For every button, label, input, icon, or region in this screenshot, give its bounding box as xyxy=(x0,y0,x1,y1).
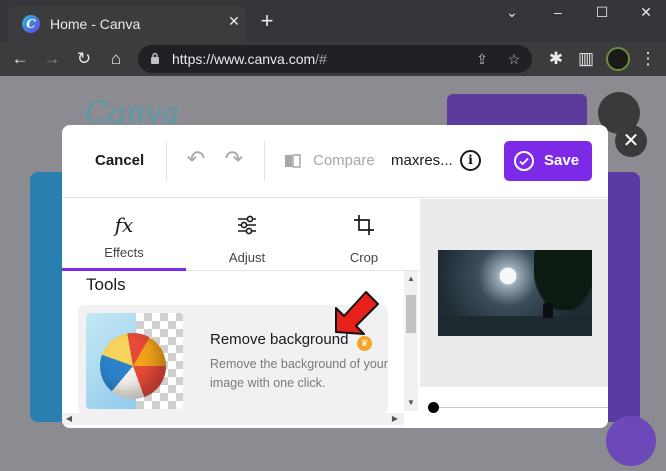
bookmark-star-icon[interactable]: ☆ xyxy=(504,49,524,69)
maximize-button[interactable]: ☐ xyxy=(592,4,612,22)
tools-heading: Tools xyxy=(86,275,126,294)
scroll-up-icon[interactable]: ▲ xyxy=(404,273,418,285)
dialog-header: Cancel ↶ ↷ Compare maxres... i Save xyxy=(62,125,608,198)
sliders-icon xyxy=(238,215,256,235)
annotation-arrow-icon xyxy=(335,291,379,335)
photo-editor-dialog: Cancel ↶ ↷ Compare maxres... i Save fx E… xyxy=(62,125,608,428)
tab-label: Crop xyxy=(349,250,379,265)
extensions-puzzle-icon[interactable]: ✱ xyxy=(544,47,568,71)
zoom-slider-track[interactable] xyxy=(434,407,608,408)
redo-icon[interactable]: ↷ xyxy=(222,147,246,171)
url-text: https://www.canva.com/# xyxy=(172,51,327,67)
horizontal-scrollbar[interactable]: ◀ ▶ xyxy=(62,413,404,425)
browser-menu-icon[interactable]: ⋮ xyxy=(636,47,660,71)
fx-icon: fx xyxy=(114,213,134,237)
image-preview-panel xyxy=(420,199,608,428)
browser-toolbar: ← → ↻ ⌂ https://www.canva.com/# ⇪ ☆ ✱ ▥ … xyxy=(0,42,666,76)
scroll-left-icon[interactable]: ◀ xyxy=(62,413,76,425)
scrollbar-thumb[interactable] xyxy=(406,295,416,333)
reload-icon[interactable]: ↻ xyxy=(72,47,96,71)
scroll-down-icon[interactable]: ▼ xyxy=(404,397,418,409)
lock-icon xyxy=(151,52,159,64)
tab-label: Effects xyxy=(104,245,144,260)
compare-button[interactable]: Compare xyxy=(313,152,375,169)
divider xyxy=(166,141,167,181)
scroll-right-icon[interactable]: ▶ xyxy=(388,413,402,425)
tab-effects[interactable]: fx Effects xyxy=(69,213,179,273)
crown-icon: ♛ xyxy=(357,336,372,351)
tab-bar: C Home - Canva ✕ + ⌄ – ☐ ✕ xyxy=(0,0,666,42)
beach-ball-thumbnail xyxy=(86,313,183,409)
tab-crop[interactable]: Crop xyxy=(309,213,419,273)
canva-favicon-icon: C xyxy=(22,15,40,33)
zoom-slider-knob[interactable] xyxy=(428,402,439,413)
image-filename: maxres... xyxy=(391,152,453,169)
close-dialog-icon[interactable]: ✕ xyxy=(615,125,647,157)
compare-icon[interactable] xyxy=(284,153,302,169)
tree-silhouette xyxy=(534,250,592,310)
tab-close-icon[interactable]: ✕ xyxy=(226,13,242,29)
help-fab xyxy=(606,416,656,466)
undo-icon[interactable]: ↶ xyxy=(184,147,208,171)
beach-ball-image xyxy=(100,333,166,399)
minimize-button[interactable]: – xyxy=(548,4,568,22)
home-icon[interactable]: ⌂ xyxy=(104,47,128,71)
info-icon[interactable]: i xyxy=(460,150,481,171)
image-preview xyxy=(438,250,592,336)
browser-tab[interactable]: C Home - Canva ✕ xyxy=(8,6,246,42)
address-bar[interactable]: https://www.canva.com/# ⇪ ☆ xyxy=(138,45,532,73)
zoom-slider-area xyxy=(420,387,608,428)
profile-avatar[interactable] xyxy=(606,47,630,71)
tab-label: Adjust xyxy=(228,250,266,265)
crop-icon xyxy=(354,215,374,235)
tab-search-icon[interactable]: ⌄ xyxy=(502,4,522,22)
share-icon[interactable]: ⇪ xyxy=(472,49,492,69)
cancel-button[interactable]: Cancel xyxy=(95,152,144,169)
save-button[interactable]: Save xyxy=(504,141,592,181)
ground xyxy=(438,316,592,336)
close-window-button[interactable]: ✕ xyxy=(636,4,656,22)
active-tab-indicator xyxy=(62,268,186,271)
forward-icon[interactable]: → xyxy=(40,47,64,71)
vertical-scrollbar[interactable]: ▲ ▼ xyxy=(404,271,418,411)
tab-adjust[interactable]: Adjust xyxy=(192,213,302,273)
checkmark-circle-icon xyxy=(514,151,534,171)
tool-title: Remove background xyxy=(210,331,349,348)
side-panel-icon[interactable]: ▥ xyxy=(574,47,598,71)
tool-description: Remove the background of your image with… xyxy=(210,357,388,390)
divider xyxy=(264,141,265,181)
new-tab-button[interactable]: + xyxy=(258,10,276,32)
person-silhouette xyxy=(543,302,553,318)
back-icon[interactable]: ← xyxy=(8,47,32,71)
tab-title: Home - Canva xyxy=(50,16,141,32)
